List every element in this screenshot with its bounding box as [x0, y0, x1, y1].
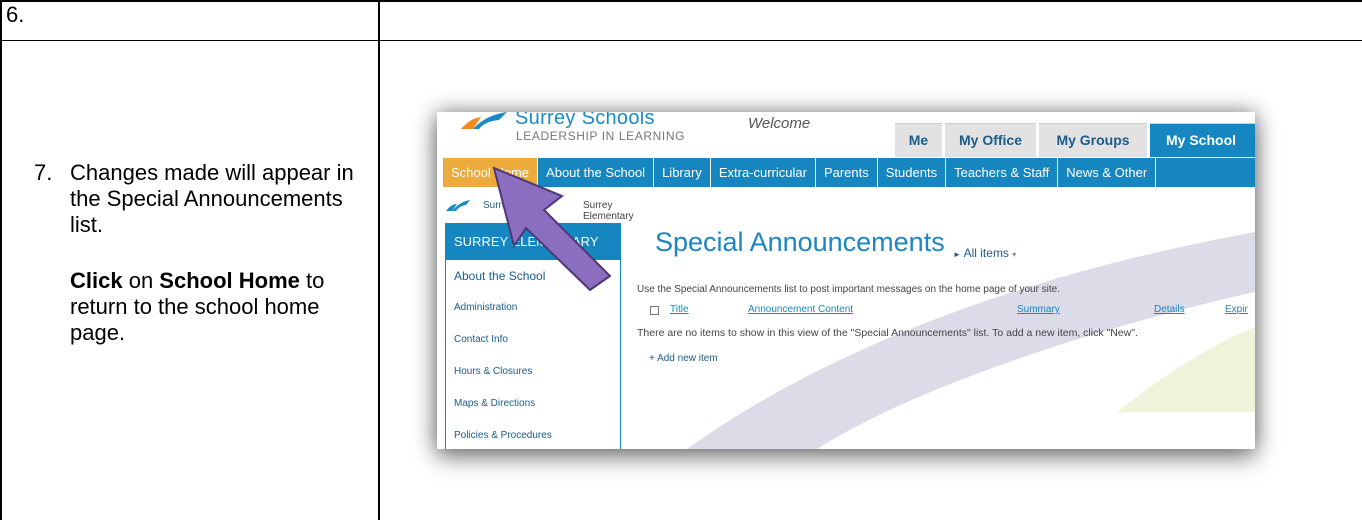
top-tabs: Me My Office My Groups My School: [895, 123, 1255, 157]
brand-tagline: LEADERSHIP IN LEARNING: [516, 129, 686, 143]
page-title: Special Announcements: [655, 227, 945, 257]
on-word: on: [122, 268, 160, 293]
welcome-text: Welcome: [748, 115, 811, 132]
nav-parents[interactable]: Parents: [816, 158, 878, 187]
brand-name: Surrey Schools: [515, 112, 655, 129]
surrey-schools-logo-icon: [461, 112, 507, 129]
step-6-label: 6.: [6, 2, 25, 27]
step-7-click-instruction: Click on School Home to return to the sc…: [70, 268, 364, 346]
sidebar-item-policies-procedures[interactable]: Policies & Procedures: [446, 420, 620, 449]
select-all-checkbox[interactable]: [650, 306, 659, 315]
column-expires[interactable]: Expir: [1225, 304, 1248, 315]
sidebar-item-maps-directions[interactable]: Maps & Directions: [446, 388, 620, 420]
sharepoint-screenshot: Surrey Schools LEADERSHIP IN LEARNING We…: [437, 112, 1255, 449]
sidebar-item-administration[interactable]: Administration: [446, 292, 620, 324]
step-7-number: 7.: [34, 160, 53, 185]
tab-my-school[interactable]: My School: [1150, 123, 1255, 157]
table-column-divider: [378, 0, 380, 520]
tab-my-groups[interactable]: My Groups: [1039, 123, 1147, 157]
add-new-item-link[interactable]: + Add new item: [649, 353, 718, 364]
school-home-target: School Home: [159, 268, 300, 293]
nav-extra-curricular[interactable]: Extra-curricular: [711, 158, 816, 187]
empty-list-message: There are no items to show in this view …: [637, 327, 1138, 339]
step-7-instructions: 7. Changes made will appear in the Speci…: [34, 160, 364, 376]
table-row-divider: [0, 40, 1362, 41]
nav-news-other[interactable]: News & Other: [1058, 158, 1157, 187]
nav-teachers-staff[interactable]: Teachers & Staff: [946, 158, 1059, 187]
nav-library[interactable]: Library: [654, 158, 711, 187]
table-border-top: [0, 0, 1362, 2]
chevron-down-icon: ▾: [1012, 250, 1017, 259]
column-summary[interactable]: Summary: [1017, 304, 1060, 315]
view-arrow-icon: ►: [953, 250, 961, 259]
column-details[interactable]: Details: [1154, 304, 1185, 315]
tab-me[interactable]: Me: [895, 123, 942, 157]
click-word: Click: [70, 268, 123, 293]
list-description: Use the Special Announcements list to po…: [637, 284, 1061, 295]
nav-students[interactable]: Students: [878, 158, 947, 187]
table-border-left: [0, 0, 2, 520]
column-announcement-content[interactable]: Announcement Content: [748, 304, 853, 315]
pointer-arrow-icon: [492, 166, 612, 291]
sidebar-item-hours-closures[interactable]: Hours & Closures: [446, 356, 620, 388]
breadcrumb-logo-icon: [446, 200, 470, 211]
tab-my-office[interactable]: My Office: [945, 123, 1036, 157]
step-7-text: Changes made will appear in the Special …: [70, 160, 354, 237]
column-title[interactable]: Title: [670, 304, 689, 315]
sidebar-item-contact-info[interactable]: Contact Info: [446, 324, 620, 356]
view-label: All items: [963, 246, 1009, 260]
view-selector[interactable]: ► All items ▾: [953, 246, 1016, 260]
